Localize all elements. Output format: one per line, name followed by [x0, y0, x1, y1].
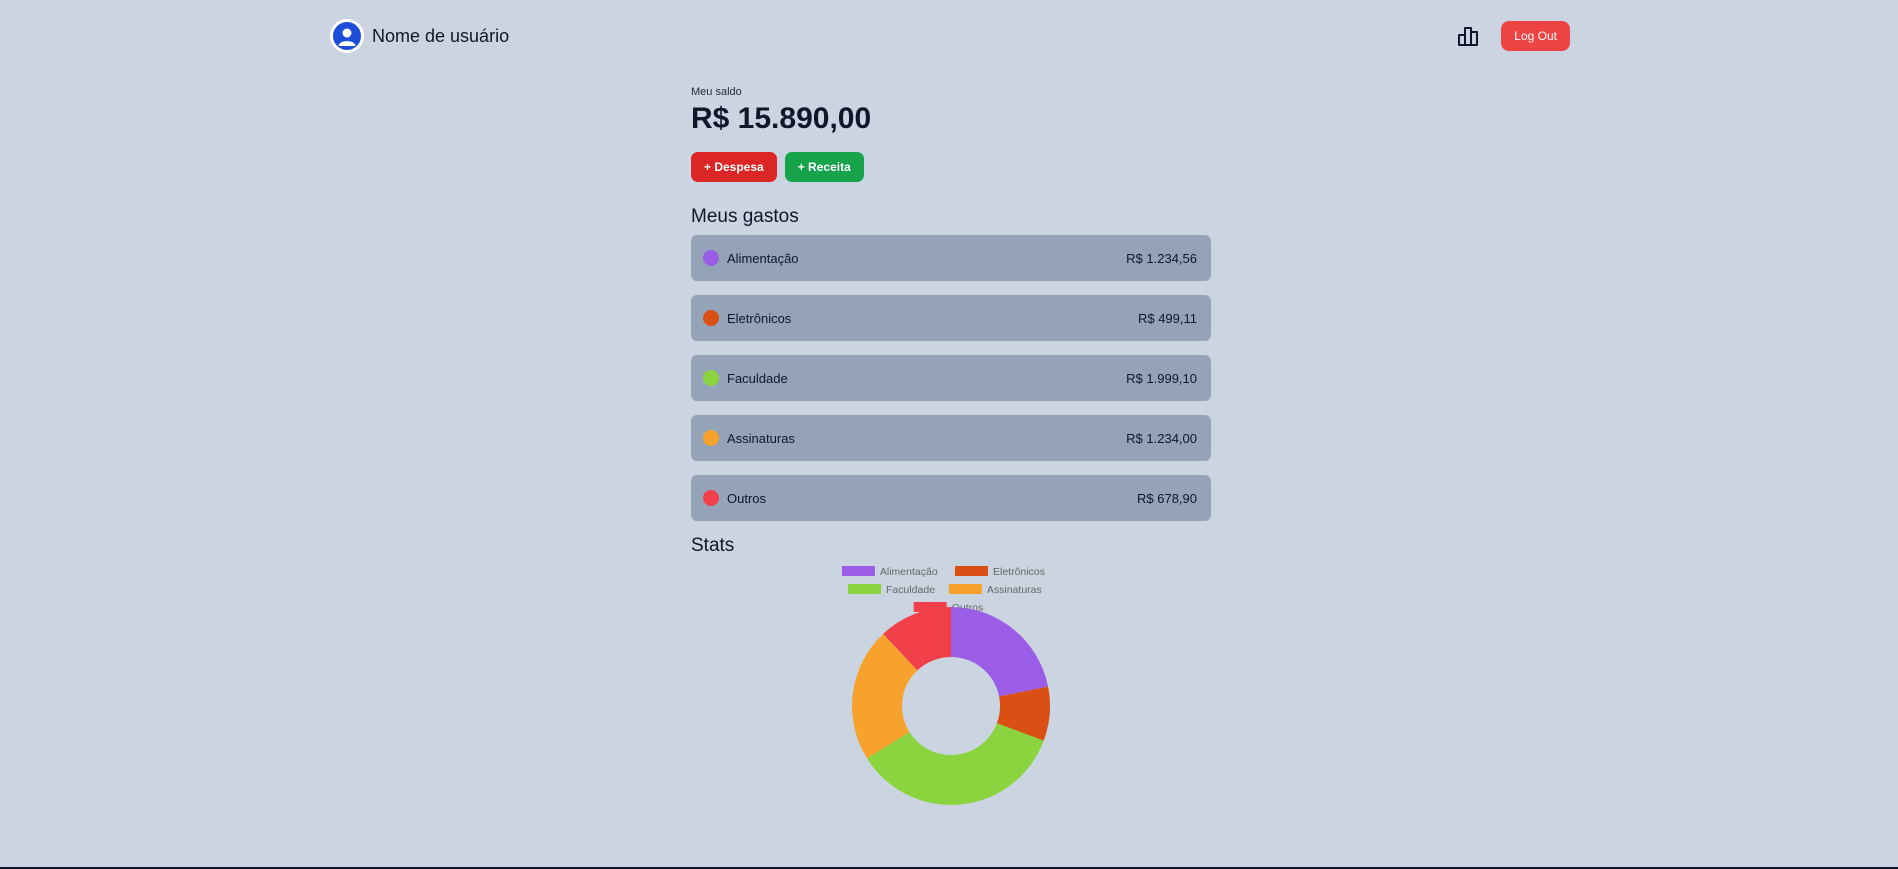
expense-label: Assinaturas [727, 430, 795, 446]
expense-value: R$ 1.234,00 [1126, 430, 1197, 446]
legend-label[interactable]: Eletrônicos [993, 566, 1045, 578]
main-content: Meu saldo R$ 15.890,00 + Despesa + Recei… [691, 86, 1211, 837]
legend-swatch[interactable] [955, 566, 988, 576]
expense-label: Faculdade [727, 370, 788, 386]
expense-list: Alimentação R$ 1.234,56 Eletrônicos R$ 4… [691, 235, 1211, 521]
balance-label: Meu saldo [691, 86, 742, 98]
expense-value: R$ 1.234,56 [1126, 250, 1197, 266]
expense-item-left: Assinaturas [703, 430, 795, 446]
expenses-title: Meus gastos [691, 206, 799, 227]
expense-label: Eletrônicos [727, 310, 792, 326]
bar-chart-icon[interactable] [1455, 23, 1481, 49]
expense-value: R$ 1.999,10 [1126, 370, 1197, 386]
category-dot [703, 250, 719, 266]
expense-item-assinaturas[interactable]: Assinaturas R$ 1.234,00 [691, 415, 1211, 461]
expense-item-outros[interactable]: Outros R$ 678,90 [691, 475, 1211, 521]
user-info: Nome de usuário [330, 19, 509, 53]
username: Nome de usuário [372, 25, 510, 46]
action-buttons: + Despesa + Receita [691, 152, 1211, 182]
expense-item-left: Faculdade [703, 370, 788, 386]
expense-item-alimentacao[interactable]: Alimentação R$ 1.234,56 [691, 235, 1211, 281]
expense-label: Outros [727, 490, 767, 506]
stats-chart: Alimentação Eletrônicos Faculdade Assinatur… [691, 557, 1211, 837]
expense-item-left: Outros [703, 490, 766, 506]
category-dot [703, 370, 719, 386]
legend-label[interactable]: Alimentação [880, 566, 938, 578]
category-dot [703, 430, 719, 446]
expense-item-left: Eletrônicos [703, 310, 791, 326]
legend-swatch[interactable] [948, 584, 982, 594]
user-icon[interactable] [330, 19, 364, 53]
legend-label[interactable]: Faculdade [886, 584, 935, 596]
expense-item-left: Alimentação [703, 250, 799, 266]
legend-swatch[interactable] [848, 584, 881, 594]
expense-value: R$ 678,90 [1137, 490, 1197, 506]
category-dot [703, 310, 719, 326]
top-bar: Nome de usuário Log Out [330, 18, 1570, 54]
balance-value: R$ 15.890,00 [691, 102, 872, 135]
add-expense-button[interactable]: + Despesa [691, 152, 777, 182]
stats-title: Stats [691, 535, 735, 556]
expense-item-eletronicos[interactable]: Eletrônicos R$ 499,11 [691, 295, 1211, 341]
expense-value: R$ 499,11 [1137, 310, 1197, 326]
doughnut-chart: Alimentação Eletrônicos Faculdade Assinatur… [841, 566, 1050, 805]
category-dot [703, 490, 719, 506]
legend-swatch[interactable] [841, 566, 875, 576]
logout-button[interactable]: Log Out [1501, 21, 1570, 51]
legend-label[interactable]: Assinaturas [987, 584, 1042, 596]
add-income-button[interactable]: + Receita [784, 152, 864, 182]
expense-item-faculdade[interactable]: Faculdade R$ 1.999,10 [691, 355, 1211, 401]
chart-slice[interactable] [951, 607, 1049, 697]
header-actions: Log Out [1455, 21, 1570, 51]
expense-label: Alimentação [727, 250, 799, 266]
